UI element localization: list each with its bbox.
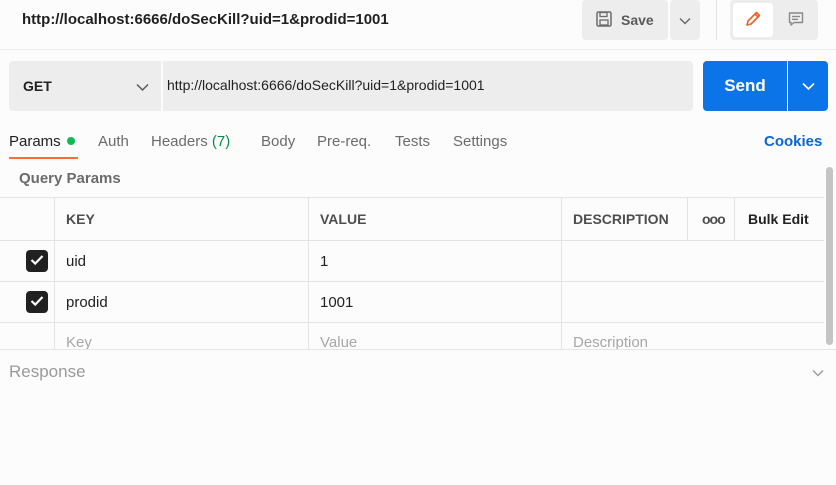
param-description-cell[interactable] — [561, 282, 824, 322]
params-status-dot — [66, 137, 75, 145]
param-key-cell[interactable]: prodid — [54, 282, 308, 322]
tab-params[interactable]: Params — [9, 133, 75, 150]
description-column-header: DESCRIPTION — [561, 198, 687, 240]
save-label: Save — [621, 12, 654, 28]
response-title: Response — [9, 362, 86, 381]
param-key-cell[interactable]: uid — [54, 241, 308, 281]
query-params-title: Query Params — [19, 170, 121, 187]
method-select[interactable]: GET — [9, 61, 161, 111]
vertical-scrollbar[interactable] — [826, 167, 833, 345]
table-row: prodid 1001 — [0, 281, 824, 322]
top-bar: http://localhost:6666/doSecKill?uid=1&pr… — [0, 0, 836, 50]
url-input[interactable]: http://localhost:6666/doSecKill?uid=1&pr… — [167, 77, 485, 93]
bulk-edit-button[interactable]: Bulk Edit — [734, 198, 824, 240]
tab-auth[interactable]: Auth — [98, 133, 129, 150]
value-column-header: VALUE — [308, 198, 561, 240]
pencil-icon — [744, 10, 762, 31]
checkmark-icon — [30, 253, 44, 269]
tab-params-label: Params — [9, 133, 61, 150]
tab-tests[interactable]: Tests — [395, 133, 430, 150]
chevron-down-icon — [801, 78, 815, 94]
send-options-button[interactable] — [788, 61, 828, 111]
send-button[interactable]: Send — [703, 61, 787, 111]
headers-count: (7) — [211, 133, 231, 150]
param-value-cell[interactable]: 1 — [308, 241, 561, 281]
param-description-cell[interactable] — [561, 241, 824, 281]
row-checkbox[interactable] — [26, 291, 48, 313]
chevron-down-icon[interactable] — [812, 364, 824, 380]
comment-mode-button[interactable] — [776, 3, 816, 37]
comment-icon — [787, 10, 805, 31]
url-bar: GET http://localhost:6666/doSecKill?uid=… — [9, 61, 693, 111]
tab-prereq[interactable]: Pre-req. — [317, 133, 371, 150]
checkmark-icon — [30, 294, 44, 310]
response-panel: Response — [0, 349, 836, 485]
new-value-input[interactable]: Value — [308, 323, 561, 349]
url-divider — [161, 61, 163, 111]
tab-headers[interactable]: Headers (7) — [151, 133, 230, 150]
row-checkbox[interactable] — [26, 250, 48, 272]
tab-body[interactable]: Body — [261, 133, 295, 150]
tab-settings[interactable]: Settings — [453, 133, 507, 150]
save-options-button[interactable] — [670, 0, 700, 40]
table-header-row: KEY VALUE DESCRIPTION ooo Bulk Edit — [0, 197, 824, 240]
more-options-button[interactable]: ooo — [687, 198, 734, 240]
new-param-row: Key Value Description — [0, 322, 824, 349]
new-description-input[interactable]: Description — [561, 323, 824, 349]
active-tab-indicator — [9, 157, 78, 159]
save-button[interactable]: Save — [582, 0, 668, 40]
view-mode-toggle — [730, 0, 818, 40]
chevron-down-icon — [679, 12, 691, 28]
edit-mode-button[interactable] — [733, 3, 773, 37]
toolbar-divider — [716, 0, 717, 40]
method-label: GET — [23, 78, 52, 94]
key-column-header: KEY — [54, 198, 308, 240]
cookies-link[interactable]: Cookies — [764, 133, 822, 150]
tab-headers-label: Headers — [151, 133, 208, 150]
chevron-down-icon — [136, 79, 149, 95]
table-row: uid 1 — [0, 240, 824, 281]
save-icon — [595, 10, 613, 31]
request-tab-title[interactable]: http://localhost:6666/doSecKill?uid=1&pr… — [22, 11, 389, 28]
param-value-cell[interactable]: 1001 — [308, 282, 561, 322]
new-key-input[interactable]: Key — [54, 323, 308, 349]
